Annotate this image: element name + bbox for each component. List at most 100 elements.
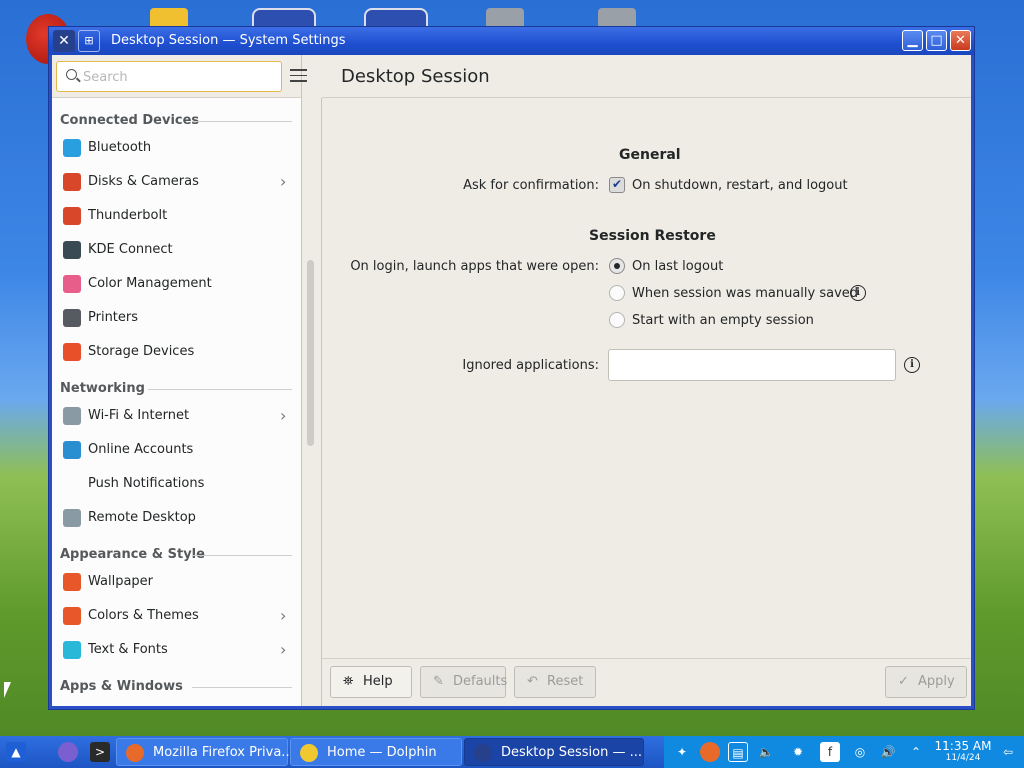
window-menu-icon[interactable]: ⊞ <box>78 30 100 52</box>
task-app-icon <box>126 744 144 762</box>
sidebar-item[interactable]: Printers <box>52 301 301 335</box>
search-input[interactable] <box>83 67 273 87</box>
sidebar-item[interactable]: Bluetooth <box>52 131 301 165</box>
sidebar-item[interactable]: Push Notifications <box>52 467 301 501</box>
sidebar-item[interactable]: Thunderbolt <box>52 199 301 233</box>
taskbar-task-button[interactable]: Desktop Session — ... <box>464 738 644 766</box>
option-last-logout[interactable]: On last logout <box>632 259 723 274</box>
general-group-title: General <box>619 147 681 163</box>
clock[interactable]: 11:35 AM 11/4/24 <box>934 740 992 764</box>
info-icon[interactable]: i <box>904 357 920 373</box>
sidebar-item-label: Push Notifications <box>88 476 205 491</box>
bug-tray-icon[interactable]: ✦ <box>672 742 692 762</box>
confirm-label: Ask for confirmation: <box>463 178 599 193</box>
radio-manually-saved[interactable] <box>609 285 625 301</box>
show-desktop-icon[interactable]: ⇦ <box>998 742 1018 762</box>
system-settings-window: ✕ ⊞ Desktop Session — System Settings ▁ … <box>48 26 975 710</box>
mouse-cursor-icon <box>4 682 11 698</box>
sidebar-item[interactable]: Wi-Fi & Internet › <box>52 399 301 433</box>
volume-tray-icon[interactable]: 🔊 <box>878 742 898 762</box>
sidebar-item-label: KDE Connect <box>88 242 173 257</box>
clipboard-tray-icon[interactable]: ▤ <box>728 742 748 762</box>
sidebar-header <box>52 55 301 98</box>
sidebar-item-label: Bluetooth <box>88 140 152 155</box>
sidebar-item-label: Remote Desktop <box>88 510 196 525</box>
sidebar-item-label: Wallpaper <box>88 574 154 589</box>
search-icon <box>66 69 77 80</box>
apply-button[interactable]: ✓ Apply <box>885 666 967 698</box>
titlebar[interactable]: ✕ ⊞ Desktop Session — System Settings ▁ … <box>49 27 974 55</box>
network-tray-icon[interactable]: ◎ <box>850 742 870 762</box>
sidebar-item-label: Text & Fonts <box>88 642 168 657</box>
remote-desktop-icon <box>63 509 81 527</box>
taskbar-task-button[interactable]: Home — Dolphin <box>290 738 462 766</box>
sidebar-item-label: Printers <box>88 310 139 325</box>
settings-tray-icon[interactable]: ✹ <box>788 742 808 762</box>
sidebar-item[interactable]: Storage Devices <box>52 335 301 369</box>
sidebar: Connected Devices Bluetooth Disks & Camera… <box>52 55 302 706</box>
sidebar-item[interactable]: KDE Connect <box>52 233 301 267</box>
confirm-option-text[interactable]: On shutdown, restart, and logout <box>632 178 848 193</box>
sidebar-item[interactable]: Colors & Themes › <box>52 599 301 633</box>
system-settings-app-icon[interactable]: ✕ <box>53 30 75 52</box>
info-icon[interactable]: i <box>850 285 866 301</box>
sidebar-item[interactable]: Remote Desktop <box>52 501 301 535</box>
page-title: Desktop Session <box>341 66 490 87</box>
confirm-checkbox[interactable] <box>609 177 625 193</box>
storage-pie-icon <box>63 343 81 361</box>
tools-icon <box>63 173 81 191</box>
taskbar-task-button[interactable]: Mozilla Firefox Priva... <box>116 738 294 766</box>
sidebar-item-label: Online Accounts <box>88 442 194 457</box>
sidebar-item[interactable]: Wallpaper <box>52 565 301 599</box>
section-divider <box>192 687 292 688</box>
sidebar-item[interactable]: Text & Fonts › <box>52 633 301 667</box>
sidebar-item-label: Thunderbolt <box>88 208 168 223</box>
task-app-icon <box>474 744 492 762</box>
sidebar-item-label: Storage Devices <box>88 344 195 359</box>
window-client-area: Connected Devices Bluetooth Disks & Camera… <box>52 55 971 706</box>
browser-quicklaunch-icon[interactable] <box>58 742 78 762</box>
radio-last-logout[interactable] <box>609 258 625 274</box>
section-divider <box>192 555 292 556</box>
search-field[interactable] <box>56 61 282 92</box>
reset-button[interactable]: ↶ Reset <box>514 666 596 698</box>
audio-tray-icon[interactable]: 🔈 <box>756 742 776 762</box>
option-empty-session[interactable]: Start with an empty session <box>632 313 814 328</box>
firefox-tray-icon[interactable] <box>700 742 720 762</box>
section-heading: Networking <box>60 381 145 396</box>
printer-icon <box>63 309 81 327</box>
sidebar-item-label: Colors & Themes <box>88 608 199 623</box>
application-launcher-icon[interactable]: ▲ <box>6 742 26 762</box>
terminal-quicklaunch-icon[interactable]: > <box>90 742 110 762</box>
option-manually-saved[interactable]: When session was manually saved <box>632 286 858 301</box>
sidebar-item[interactable]: Online Accounts <box>52 433 301 467</box>
help-icon: ⛯ <box>343 674 354 689</box>
sidebar-item[interactable]: Color Management <box>52 267 301 301</box>
footer: ⛯ Help ✎ Defaults ↶ Reset ✓ Apply <box>322 658 971 706</box>
tools-icon <box>63 207 81 225</box>
section-divider <box>148 389 292 390</box>
themes-icon <box>63 607 81 625</box>
chevron-up-icon[interactable]: ⌃ <box>906 742 926 762</box>
sidebar-list: Connected Devices Bluetooth Disks & Camera… <box>52 99 301 706</box>
close-button[interactable]: ✕ <box>950 30 971 51</box>
fonts-icon <box>63 641 81 659</box>
sidebar-item-label: Color Management <box>88 276 212 291</box>
minimize-button[interactable]: ▁ <box>902 30 923 51</box>
ignored-apps-field[interactable] <box>608 349 896 381</box>
notes-tray-icon[interactable]: f <box>820 742 840 762</box>
sidebar-item[interactable]: Disks & Cameras › <box>52 165 301 199</box>
task-label: Home — Dolphin <box>327 745 437 760</box>
undo-icon: ↶ <box>527 674 538 689</box>
radio-empty-session[interactable] <box>609 312 625 328</box>
section-heading: Apps & Windows <box>60 679 183 694</box>
help-button[interactable]: ⛯ Help <box>330 666 412 698</box>
clock-date: 11/4/24 <box>945 753 981 763</box>
maximize-button[interactable]: □ <box>926 30 947 51</box>
defaults-button[interactable]: ✎ Defaults <box>420 666 507 698</box>
task-label: Desktop Session — ... <box>501 745 643 760</box>
sidebar-scrollbar[interactable] <box>307 260 314 446</box>
task-label: Mozilla Firefox Priva... <box>153 745 294 760</box>
section-divider <box>192 121 292 122</box>
hamburger-menu-icon[interactable] <box>290 69 307 83</box>
